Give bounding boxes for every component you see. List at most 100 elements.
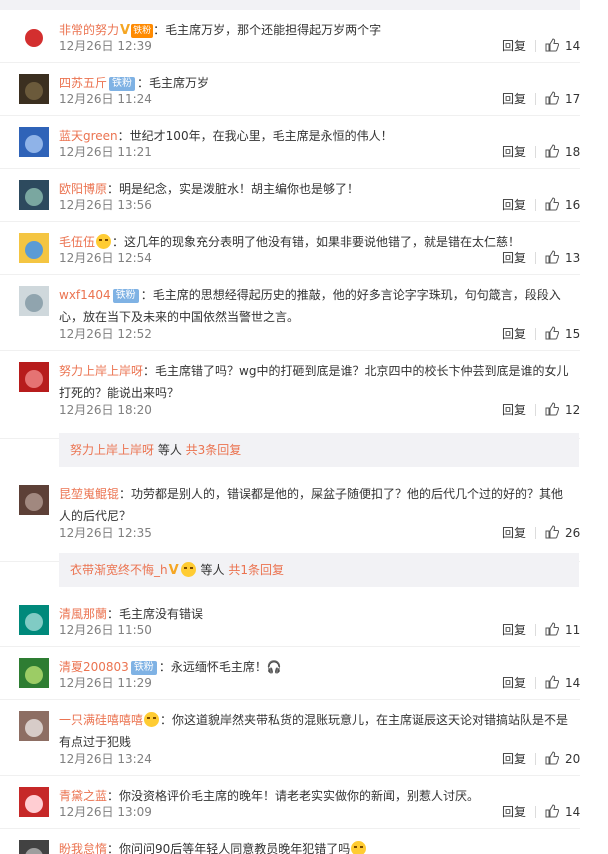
comment-text: ：毛主席万岁，那个还能担得起万岁两个字 (153, 23, 382, 37)
avatar[interactable] (19, 658, 49, 688)
comment-username[interactable]: 欧阳博原 (59, 182, 107, 196)
reply-button[interactable]: 回复 (502, 250, 526, 266)
comment-meta: 12月26日 18:20 回复 12 (59, 402, 580, 418)
comment-username[interactable]: 蓝天green (59, 129, 118, 143)
comment-time: 12月26日 12:35 (59, 526, 152, 540)
comment-item: 非常的努力V 铁粉 ：毛主席万岁，那个还能担得起万岁两个字 12月26日 12:39 回… (0, 10, 580, 63)
reply-button[interactable]: 回复 (502, 91, 526, 107)
comment-meta: 12月26日 12:39 回复 14 (59, 38, 580, 54)
avatar[interactable] (19, 233, 49, 263)
more-replies-middle: 等人 (154, 443, 186, 457)
avatar[interactable] (19, 74, 49, 104)
like-button[interactable]: 17 (545, 91, 580, 107)
comment-text: ：世纪才100年，在我心里，毛主席是永恒的伟人！ (117, 129, 393, 143)
comment-meta: 12月26日 11:21 回复 18 (59, 144, 580, 160)
comment-body: wxf1404 铁粉 ：毛主席的思想经得起历史的推敲，他的好多言论字字珠玑，句句箴言… (59, 284, 572, 328)
like-button[interactable]: 14 (545, 38, 580, 54)
comment-body: 一只满硅嘻嘻嘻 ：你这道貌岸然夹带私货的混账玩意儿，在主席诞辰这天论对错搞站队是不… (59, 709, 572, 753)
comment-username[interactable]: 清風那蘭 (59, 607, 107, 621)
reply-button[interactable]: 回复 (502, 622, 526, 638)
like-count: 13 (565, 251, 581, 265)
avatar[interactable] (19, 127, 49, 157)
comment-username[interactable]: 毛伍伍 (59, 235, 95, 249)
comment-meta: 12月26日 13:24 回复 20 (59, 751, 580, 767)
like-button[interactable]: 16 (545, 197, 580, 213)
reply-username[interactable]: 努力上岸上岸呀 (70, 443, 154, 457)
like-count: 20 (565, 752, 581, 766)
like-button[interactable]: 14 (545, 675, 580, 691)
comment-meta: 12月26日 13:56 回复 16 (59, 197, 580, 213)
comment-text: ：这几年的现象充分表明了他没有错，如果非要说他错了，就是错在太仁慈！ (112, 235, 521, 249)
comment-item: 四苏五斤 铁粉 ：毛主席万岁 12月26日 11:24 回复 17 (0, 63, 580, 116)
reply-button[interactable]: 回复 (502, 675, 526, 691)
comment-item: 盼我怠惰：你问问90后等年轻人同意教员晚年犯错了吗 (0, 829, 580, 854)
reply-button[interactable]: 回复 (502, 402, 526, 418)
like-count: 14 (565, 805, 581, 819)
comment-meta: 12月26日 12:54 回复 13 (59, 250, 580, 266)
avatar[interactable] (19, 485, 49, 515)
reply-button[interactable]: 回复 (502, 751, 526, 767)
comment-username[interactable]: 昆堃嵬鲲锟 (59, 487, 119, 501)
comment-meta: 12月26日 12:35 回复 26 (59, 525, 580, 541)
like-button[interactable]: 15 (545, 326, 580, 342)
comment-username[interactable]: 一只满硅嘻嘻嘻 (59, 713, 143, 727)
comment-username[interactable]: 青黛之蓝 (59, 789, 107, 803)
avatar[interactable] (19, 286, 49, 316)
comment-username[interactable]: 清夏200803 (59, 660, 129, 674)
avatar[interactable] (19, 21, 49, 51)
avatar[interactable] (19, 605, 49, 635)
comment-item: 努力上岸上岸呀：毛主席错了吗？wg中的打砸到底是谁？北京四中的校长卞仲芸到底是谁… (0, 351, 580, 439)
like-button[interactable]: 20 (545, 751, 580, 767)
comment-text: ：永远缅怀毛主席！🎧 (158, 660, 282, 674)
divider (535, 199, 536, 211)
reply-button[interactable]: 回复 (502, 326, 526, 342)
like-count: 11 (565, 623, 581, 637)
comment-username[interactable]: 四苏五斤 (59, 76, 107, 90)
avatar[interactable] (19, 180, 49, 210)
reply-button[interactable]: 回复 (502, 197, 526, 213)
avatar[interactable] (19, 362, 49, 392)
more-replies-link[interactable]: 共1条回复 (228, 563, 284, 577)
more-replies-bar[interactable]: 努力上岸上岸呀 等人 共3条回复 (59, 433, 579, 467)
reply-button[interactable]: 回复 (502, 144, 526, 160)
comment-time: 12月26日 11:29 (59, 676, 152, 690)
divider (535, 146, 536, 158)
comment-body: 盼我怠惰：你问问90后等年轻人同意教员晚年犯错了吗 (59, 838, 572, 854)
thumbs-up-icon (545, 197, 559, 211)
more-replies-bar[interactable]: 衣带渐宽终不悔_hV 等人 共1条回复 (59, 553, 579, 587)
like-count: 26 (565, 526, 581, 540)
comment-body: 昆堃嵬鲲锟：功劳都是别人的，错误都是他的，屎盆子随便扣了？他的后代几个过的好的？… (59, 483, 572, 527)
comment-text: ：你没资格评价毛主席的晚年！请老老实实做你的新闻，别惹人讨厌。 (107, 789, 480, 803)
divider (535, 806, 536, 818)
comment-item: 清夏200803 铁粉 ：永远缅怀毛主席！🎧 12月26日 11:29 回复 14 (0, 647, 580, 700)
reply-button[interactable]: 回复 (502, 804, 526, 820)
reply-button[interactable]: 回复 (502, 38, 526, 54)
divider (535, 677, 536, 689)
comment-username[interactable]: 非常的努力 (59, 23, 119, 37)
comment-username[interactable]: 盼我怠惰 (59, 842, 107, 854)
comment-time: 12月26日 12:52 (59, 327, 152, 341)
divider (535, 328, 536, 340)
divider (535, 753, 536, 765)
avatar[interactable] (19, 840, 49, 854)
more-replies-link[interactable]: 共3条回复 (186, 443, 242, 457)
comment-time: 12月26日 12:39 (59, 39, 152, 53)
like-button[interactable]: 18 (545, 144, 580, 160)
like-button[interactable]: 12 (545, 402, 580, 418)
comment-username[interactable]: 努力上岸上岸呀 (59, 364, 143, 378)
like-button[interactable]: 13 (545, 250, 580, 266)
emoji-icon (351, 841, 367, 854)
avatar[interactable] (19, 787, 49, 817)
like-button[interactable]: 26 (545, 525, 580, 541)
reply-button[interactable]: 回复 (502, 525, 526, 541)
top-strip (0, 0, 580, 10)
avatar[interactable] (19, 711, 49, 741)
thumbs-up-icon (545, 91, 559, 105)
like-button[interactable]: 14 (545, 804, 580, 820)
comment-username[interactable]: wxf1404 (59, 288, 111, 302)
fan-badge: 铁粉 (112, 289, 139, 303)
comment-text: ：毛主席没有错误 (107, 607, 204, 621)
comment-item: 青黛之蓝：你没资格评价毛主席的晚年！请老老实实做你的新闻，别惹人讨厌。 12月26… (0, 776, 580, 829)
reply-username[interactable]: 衣带渐宽终不悔_h (70, 563, 168, 577)
like-button[interactable]: 11 (545, 622, 580, 638)
